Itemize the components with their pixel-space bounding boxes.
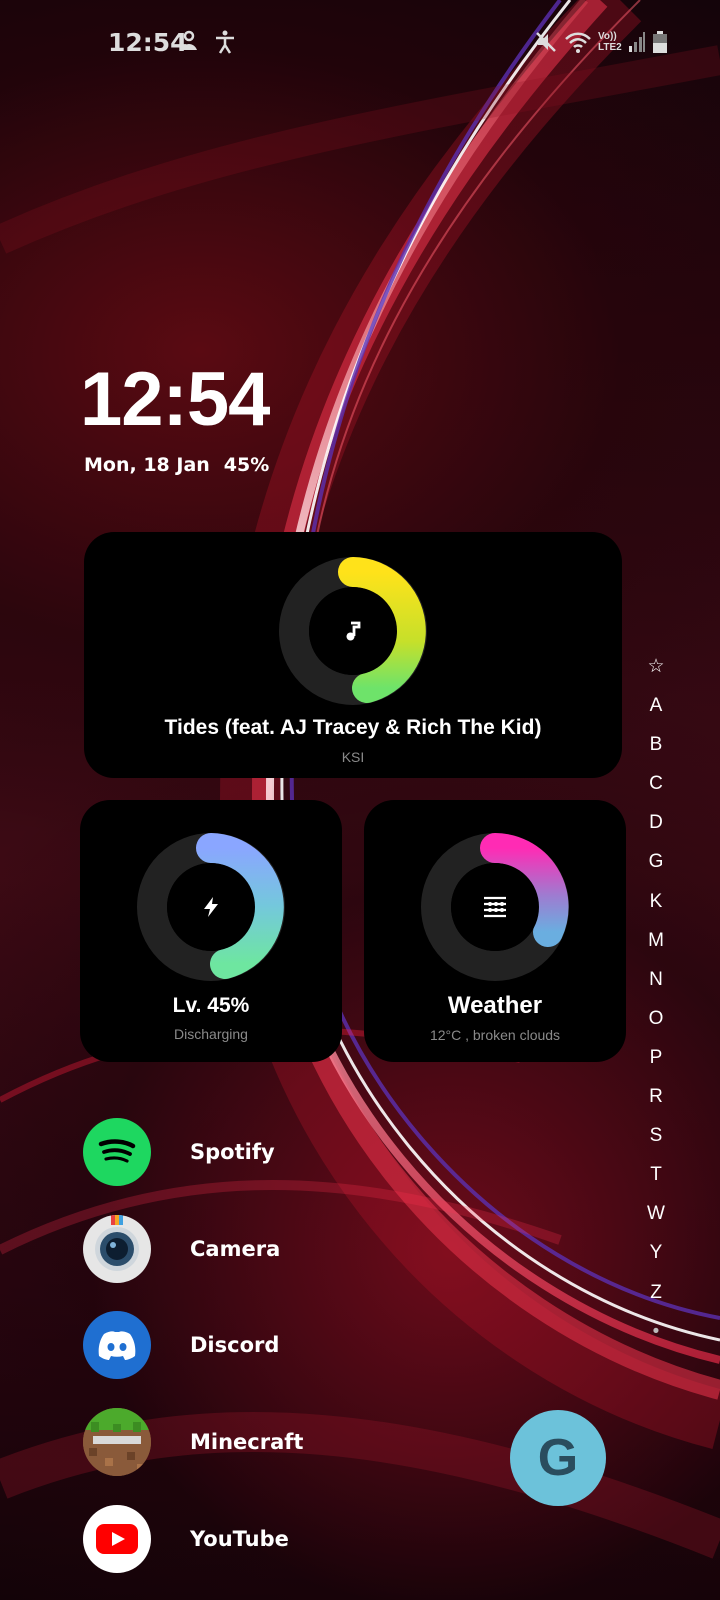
alphabet-index-letter[interactable]: R [640,1084,672,1123]
discord-icon [83,1311,151,1379]
camera-icon [83,1215,151,1283]
music-note-icon [346,621,361,641]
battery-level: Lv. 45% [172,994,250,1017]
home-date: Mon, 18 Jan [84,454,210,476]
app-item-minecraft[interactable]: Minecraft [83,1407,503,1477]
alphabet-index-favorites[interactable]: ☆ [640,654,672,693]
lte-indicator: Vo)) LTE2 [598,31,622,53]
alphabet-index-letter[interactable]: M [640,928,672,967]
lte-label: LTE2 [598,42,622,53]
app-label: YouTube [190,1527,289,1551]
alphabet-index-letter[interactable]: K [640,889,672,928]
battery-icon [652,31,667,53]
google-search-button[interactable]: G [510,1410,606,1506]
alphabet-index-letter[interactable]: S [640,1123,672,1162]
status-left-icons [178,30,236,54]
status-right-icons: Vo)) LTE2 [534,30,668,54]
app-item-discord[interactable]: Discord [83,1310,503,1380]
bixby-icon [181,30,197,50]
alphabet-index-other[interactable]: • [640,1319,672,1358]
weather-description: 12°C , broken clouds [429,1027,561,1043]
weather-widget[interactable]: Weather 12°C , broken clouds [364,800,626,1062]
music-artist: KSI [341,749,365,765]
alphabet-index-letter[interactable]: C [640,771,672,810]
signal-icon [628,32,645,52]
music-track-title: Tides (feat. AJ Tracey & Rich The Kid) [164,716,542,739]
app-item-spotify[interactable]: Spotify [83,1117,503,1187]
music-widget[interactable]: Tides (feat. AJ Tracey & Rich The Kid) K… [84,532,622,778]
alphabet-index-letter[interactable]: B [640,732,672,771]
alphabet-index-letter[interactable]: P [640,1045,672,1084]
alphabet-index-letter[interactable]: D [640,810,672,849]
app-label: Spotify [190,1140,275,1164]
status-bar-time: 12:54 [108,28,188,57]
alphabet-index-letter[interactable]: W [640,1201,672,1240]
alphabet-index-letter[interactable]: N [640,967,672,1006]
google-g-icon: G [537,1429,579,1487]
app-label: Minecraft [190,1430,304,1454]
accessibility-icon [216,30,234,54]
app-label: Camera [190,1237,281,1261]
alphabet-index[interactable]: ☆ A B C D G K M N O P R S T W Y Z • [640,654,672,1358]
home-date-line[interactable]: Mon, 18 Jan 45% [84,454,269,476]
wifi-icon [565,32,591,53]
home-clock-time[interactable]: 12:54 [80,356,270,443]
alphabet-index-letter[interactable]: O [640,1006,672,1045]
weather-title: Weather [447,992,543,1019]
alphabet-index-letter[interactable]: T [640,1162,672,1201]
alphabet-index-letter[interactable]: Y [640,1240,672,1279]
home-battery-percent: 45% [223,454,270,476]
mute-icon [536,32,556,52]
app-item-youtube[interactable]: YouTube [83,1504,503,1574]
spotify-icon [83,1118,151,1186]
alphabet-index-letter[interactable]: Z [640,1280,672,1319]
youtube-icon [83,1505,151,1573]
app-item-camera[interactable]: Camera [83,1214,503,1284]
app-label: Discord [190,1333,280,1357]
battery-status: Discharging [174,1026,248,1042]
volte-label: Vo)) [598,31,617,42]
weather-lines-icon [484,896,506,918]
alphabet-index-letter[interactable]: G [640,849,672,888]
minecraft-icon [83,1408,151,1476]
battery-widget[interactable]: Lv. 45% Discharging [80,800,342,1062]
alphabet-index-letter[interactable]: A [640,693,672,732]
bolt-icon [204,897,218,917]
